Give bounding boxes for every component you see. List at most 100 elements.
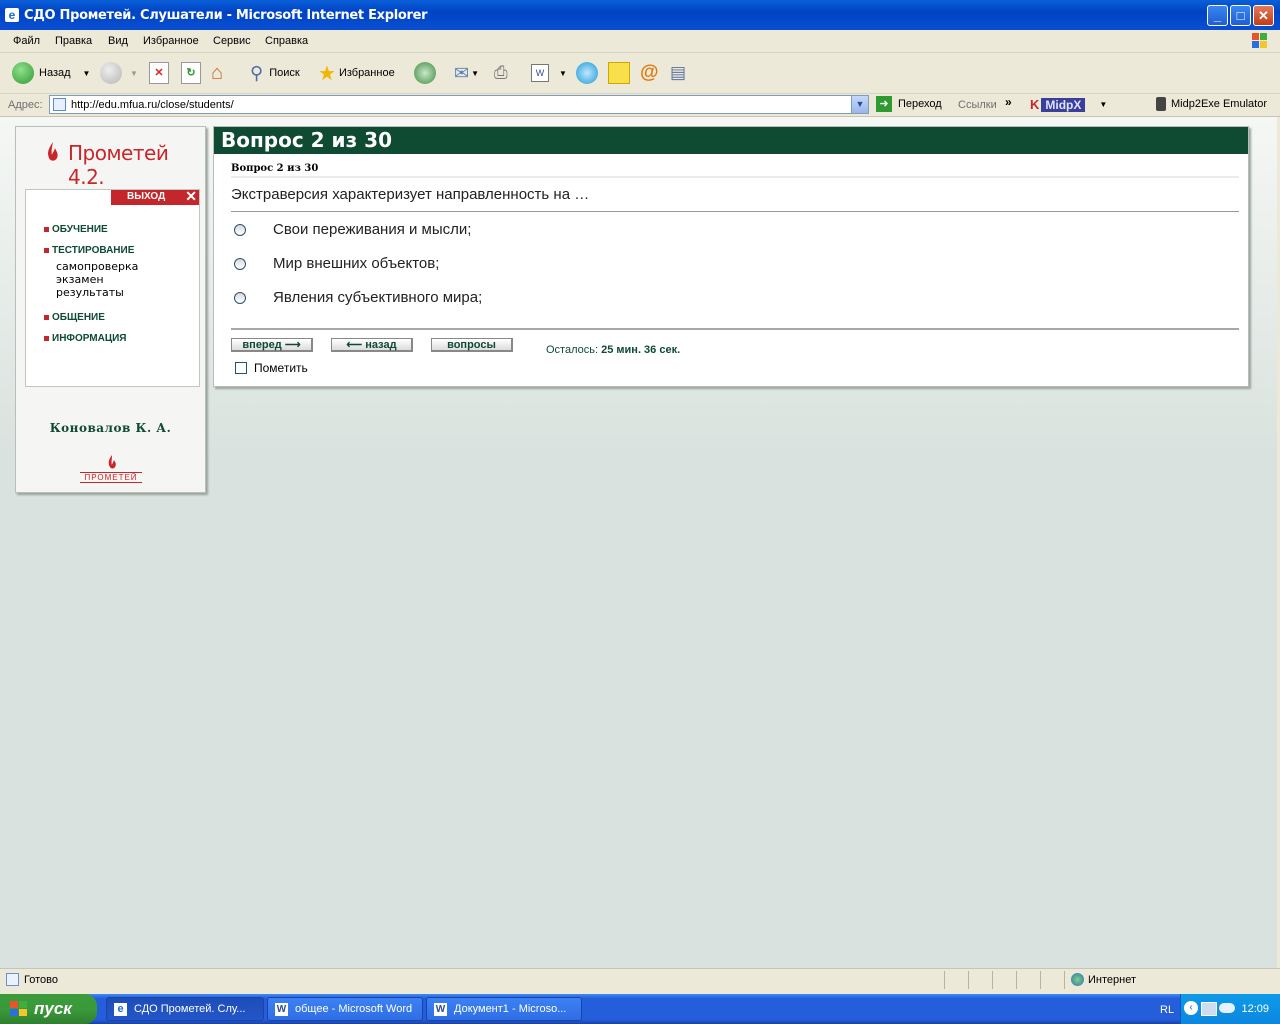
history-icon: [414, 62, 436, 84]
mark-question[interactable]: Пометить: [235, 361, 308, 375]
nav-information[interactable]: ИНФОРМАЦИЯ: [44, 333, 127, 344]
menu-edit[interactable]: Правка: [55, 35, 92, 47]
ie-taskbar-icon: e: [114, 1003, 127, 1016]
tray-expand-icon[interactable]: ‹: [1184, 1001, 1198, 1015]
favorites-label: Избранное: [338, 67, 395, 79]
note-icon: [608, 62, 630, 84]
stop-button[interactable]: ✕: [149, 60, 169, 86]
exit-button[interactable]: ВЫХОД ✕: [111, 188, 199, 205]
small-flame-icon: [108, 455, 116, 469]
forward-nav-button[interactable]: вперед ⟶: [231, 338, 313, 352]
search-button[interactable]: ⚲ Поиск: [250, 60, 300, 86]
minimize-button[interactable]: _: [1207, 5, 1228, 26]
go-label: Переход: [898, 98, 942, 110]
close-button[interactable]: ✕: [1253, 5, 1274, 26]
maximize-button[interactable]: □: [1230, 5, 1251, 26]
forward-button[interactable]: ▼: [100, 60, 138, 86]
stop-icon: ✕: [149, 62, 169, 84]
questions-button[interactable]: вопросы: [431, 338, 513, 352]
address-dropdown-icon[interactable]: ▼: [851, 96, 868, 113]
divider: [231, 211, 1239, 212]
start-button[interactable]: пуск: [0, 994, 97, 1024]
mark-label: Пометить: [254, 361, 308, 375]
back-button[interactable]: Назад ▼: [12, 60, 90, 86]
divider: [231, 328, 1239, 330]
answer-radio[interactable]: [234, 223, 246, 236]
taskbar-item-word-1[interactable]: W общее - Microsoft Word: [267, 997, 423, 1021]
midp2exe-button[interactable]: Midp2Exe Emulator: [1156, 97, 1267, 111]
home-button[interactable]: ⌂: [211, 60, 223, 86]
mark-checkbox[interactable]: [235, 362, 247, 374]
answer-label: Явления субъективного мира;: [273, 289, 483, 306]
menu-help[interactable]: Справка: [265, 35, 308, 47]
address-url: http://edu.mfua.ru/close/students/: [71, 99, 234, 111]
edit-word-button[interactable]: W ▼: [531, 60, 567, 86]
answer-radio[interactable]: [234, 291, 246, 304]
answer-option-3[interactable]: Явления субъективного мира;: [234, 289, 482, 306]
answer-radio[interactable]: [234, 257, 246, 270]
questions-label: вопросы: [447, 339, 496, 351]
at-icon: @: [640, 62, 659, 83]
go-button[interactable]: ➜ Переход: [876, 96, 942, 112]
taskbar-item-label: СДО Прометей. Слу...: [134, 1003, 246, 1015]
skype-button[interactable]: [576, 60, 598, 86]
menu-favorites[interactable]: Избранное: [143, 35, 199, 47]
history-button[interactable]: [414, 60, 436, 86]
word-taskbar-icon: W: [434, 1003, 447, 1016]
status-divider: [992, 971, 993, 989]
answer-option-2[interactable]: Мир внешних объектов;: [234, 255, 439, 272]
address-bar: Адрес: http://edu.mfua.ru/close/students…: [0, 94, 1280, 117]
system-tray: ‹ 12:09: [1180, 994, 1280, 1024]
taskbar-item-ie[interactable]: e СДО Прометей. Слу...: [106, 997, 264, 1021]
language-indicator[interactable]: RL: [1160, 1004, 1174, 1016]
refresh-button[interactable]: ↻: [181, 60, 201, 86]
clock: 12:09: [1241, 1003, 1269, 1015]
email-button[interactable]: @: [640, 60, 659, 86]
start-label: пуск: [34, 999, 72, 1018]
midpx-toolbar[interactable]: K MidpX ▼: [1030, 97, 1107, 112]
go-arrow-icon: ➜: [876, 96, 892, 112]
windows-logo-icon: [1252, 33, 1267, 48]
question-subheader: Вопрос 2 из 30: [231, 163, 319, 174]
taskbar-item-word-2[interactable]: W Документ1 - Microso...: [426, 997, 582, 1021]
nav-communication[interactable]: ОБЩЕНИЕ: [44, 312, 105, 323]
menu-view[interactable]: Вид: [108, 35, 128, 47]
right-arrow-icon: ⟶: [284, 339, 301, 351]
window-title: СДО Прометей. Слушатели - Microsoft Inte…: [24, 8, 428, 23]
answer-label: Мир внешних объектов;: [273, 255, 440, 272]
favorites-button[interactable]: ★ Избранное: [318, 60, 395, 86]
nav-self-check[interactable]: самопроверка: [56, 260, 138, 273]
cloud-icon[interactable]: [1219, 1003, 1235, 1013]
page-content: Прометей 4.2. ВЫХОД ✕ ОБУЧЕНИЕ ТЕСТИРОВА…: [0, 117, 1277, 968]
question-title: Вопрос 2 из 30: [221, 128, 392, 152]
search-label: Поиск: [269, 67, 300, 79]
back-nav-button[interactable]: ⟵ назад: [331, 338, 413, 352]
flame-logo-icon: [48, 142, 58, 161]
status-divider: [1040, 971, 1041, 989]
links-chevron-icon[interactable]: »: [1005, 95, 1012, 109]
midpx-k-icon: K: [1030, 97, 1040, 112]
network-icon[interactable]: [1201, 1002, 1217, 1016]
address-input[interactable]: http://edu.mfua.ru/close/students/ ▼: [49, 95, 869, 114]
time-remaining-label: Осталось:: [546, 344, 599, 356]
menu-file[interactable]: Файл: [13, 35, 40, 47]
nav-exam[interactable]: экзамен: [56, 273, 104, 286]
research-button[interactable]: ▤: [670, 60, 686, 86]
menu-bar: Файл Правка Вид Избранное Сервис Справка: [0, 30, 1280, 53]
menu-tools[interactable]: Сервис: [213, 35, 251, 47]
title-bar: e СДО Прометей. Слушатели - Microsoft In…: [0, 0, 1280, 30]
answer-option-1[interactable]: Свои переживания и мысли;: [234, 221, 471, 238]
note-button[interactable]: [608, 60, 630, 86]
time-remaining-value: 25 мин. 36 сек.: [601, 344, 681, 356]
print-button[interactable]: ⎙: [494, 60, 508, 86]
status-divider: [968, 971, 969, 989]
emulator-label: Midp2Exe Emulator: [1171, 98, 1267, 110]
nav-learning[interactable]: ОБУЧЕНИЕ: [44, 224, 108, 235]
skype-icon: [576, 62, 598, 84]
nav-results[interactable]: результаты: [56, 286, 124, 299]
printer-icon: ⎙: [494, 63, 508, 82]
mail-button[interactable]: ✉ ▼: [454, 60, 479, 86]
nav-testing[interactable]: ТЕСТИРОВАНИЕ: [44, 245, 134, 256]
close-icon: ✕: [185, 188, 197, 204]
links-label[interactable]: Ссылки: [958, 99, 997, 111]
